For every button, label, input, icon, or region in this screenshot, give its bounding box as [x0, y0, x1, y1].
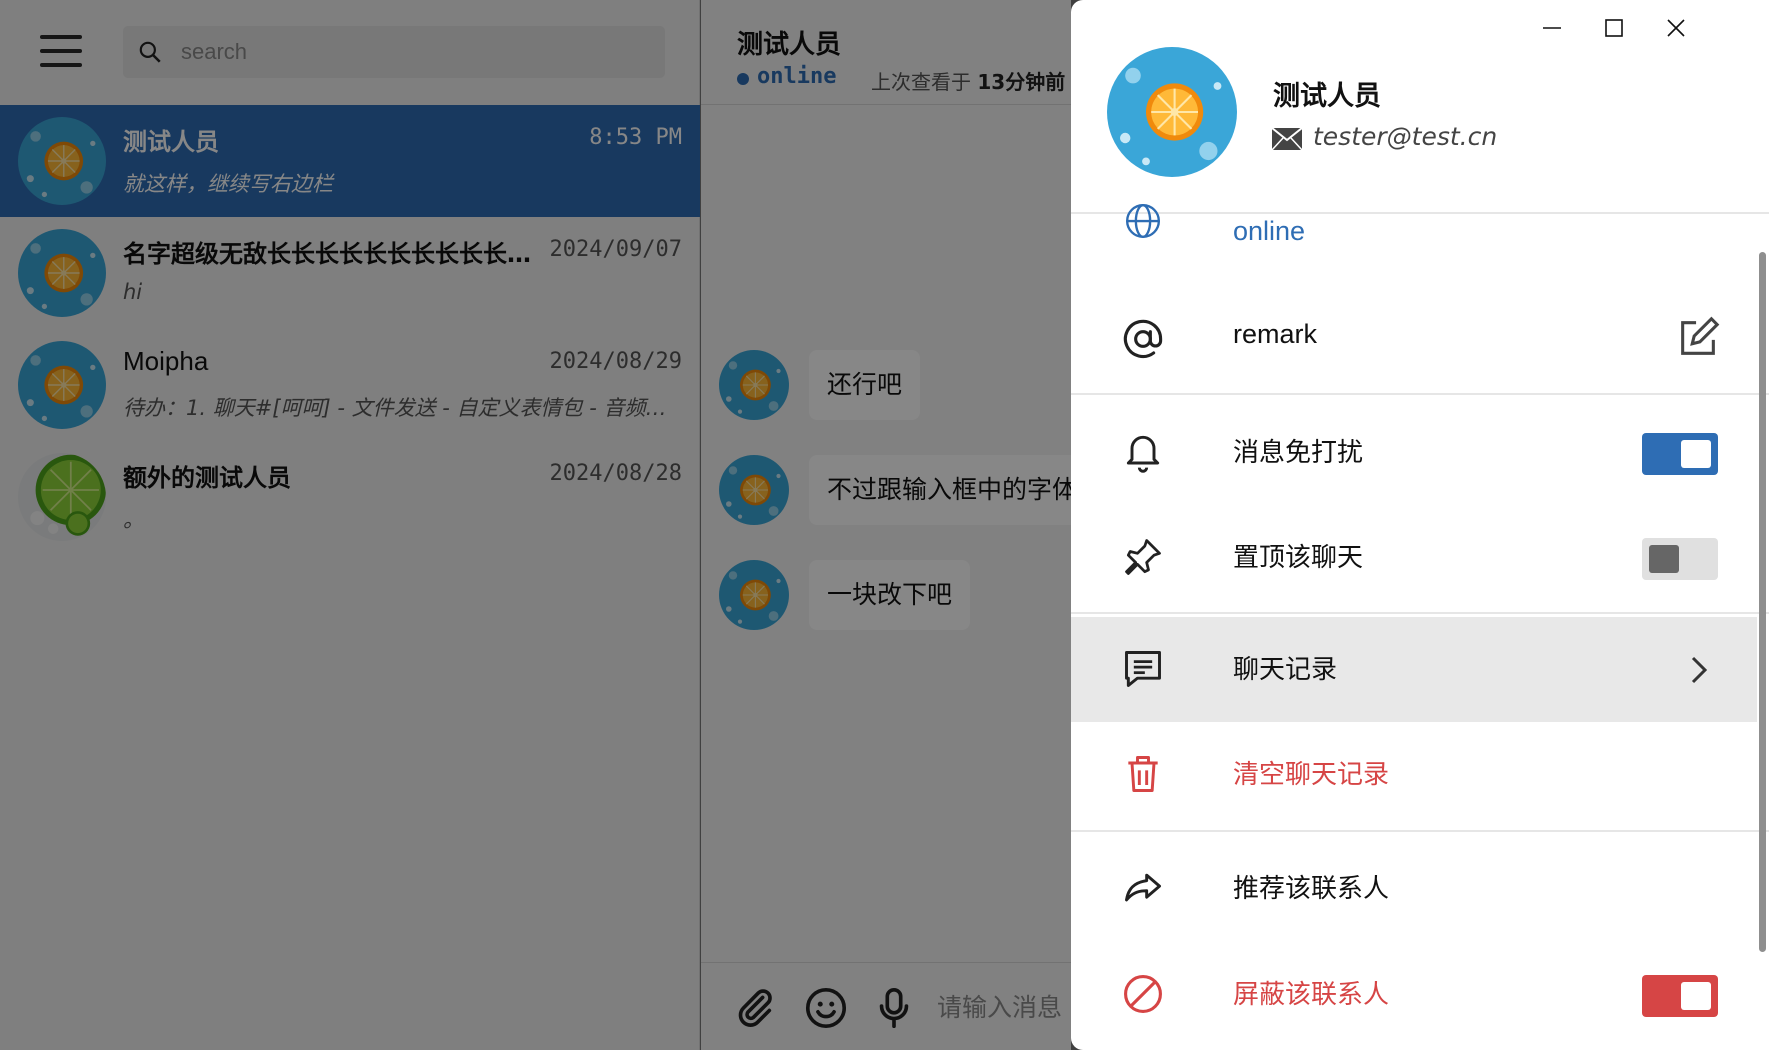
contact-info-panel: 测试人员 tester@test.cn online remark 消息免打扰 … [1071, 0, 1769, 1050]
maximize-icon[interactable] [1591, 8, 1637, 48]
trash-icon [1128, 756, 1158, 792]
contact-name: 测试人员 [1273, 81, 1381, 112]
block-contact-label: 屏蔽该联系人 [1233, 980, 1390, 1010]
share-icon [1125, 873, 1161, 902]
at-icon [1123, 319, 1163, 359]
edit-icon[interactable] [1675, 315, 1721, 361]
chevron-right-icon [1691, 656, 1708, 684]
contact-status: online [1233, 216, 1306, 246]
toggle-knob [1681, 440, 1711, 468]
pin-toggle[interactable] [1642, 538, 1718, 580]
clear-history-label: 清空聊天记录 [1233, 760, 1390, 790]
remark-label: remark [1233, 319, 1318, 349]
status-row: online [1071, 182, 1757, 262]
mute-toggle[interactable] [1642, 433, 1718, 475]
mute-row[interactable]: 消息免打扰 [1071, 400, 1757, 505]
toggle-knob [1681, 982, 1711, 1010]
block-contact-row[interactable]: 屏蔽该联系人 [1071, 942, 1757, 1047]
clear-history-row[interactable]: 清空聊天记录 [1071, 722, 1757, 827]
chat-history-label: 聊天记录 [1233, 655, 1338, 685]
recommend-contact-label: 推荐该联系人 [1233, 874, 1390, 904]
divider [1071, 612, 1769, 614]
chat-history-icon [1125, 651, 1161, 687]
close-icon[interactable] [1653, 8, 1699, 48]
chat-history-row[interactable]: 聊天记录 [1071, 617, 1757, 722]
pin-icon [1125, 539, 1161, 575]
minimize-icon[interactable] [1529, 8, 1575, 48]
globe-icon [1125, 203, 1161, 239]
scrollbar[interactable] [1759, 252, 1766, 952]
mute-label: 消息免打扰 [1233, 438, 1364, 468]
avatar[interactable] [1107, 47, 1237, 177]
block-icon [1124, 975, 1162, 1013]
pin-label: 置顶该聊天 [1233, 543, 1364, 573]
divider [1071, 830, 1769, 832]
email-icon [1272, 128, 1302, 150]
divider [1071, 393, 1769, 395]
contact-email: tester@test.cn [1313, 122, 1498, 151]
pin-row[interactable]: 置顶该聊天 [1071, 505, 1757, 610]
remark-row[interactable]: remark [1071, 287, 1757, 392]
bell-icon [1126, 435, 1160, 473]
toggle-knob [1649, 545, 1679, 573]
recommend-contact-row[interactable]: 推荐该联系人 [1071, 836, 1757, 941]
block-toggle[interactable] [1642, 975, 1718, 1017]
